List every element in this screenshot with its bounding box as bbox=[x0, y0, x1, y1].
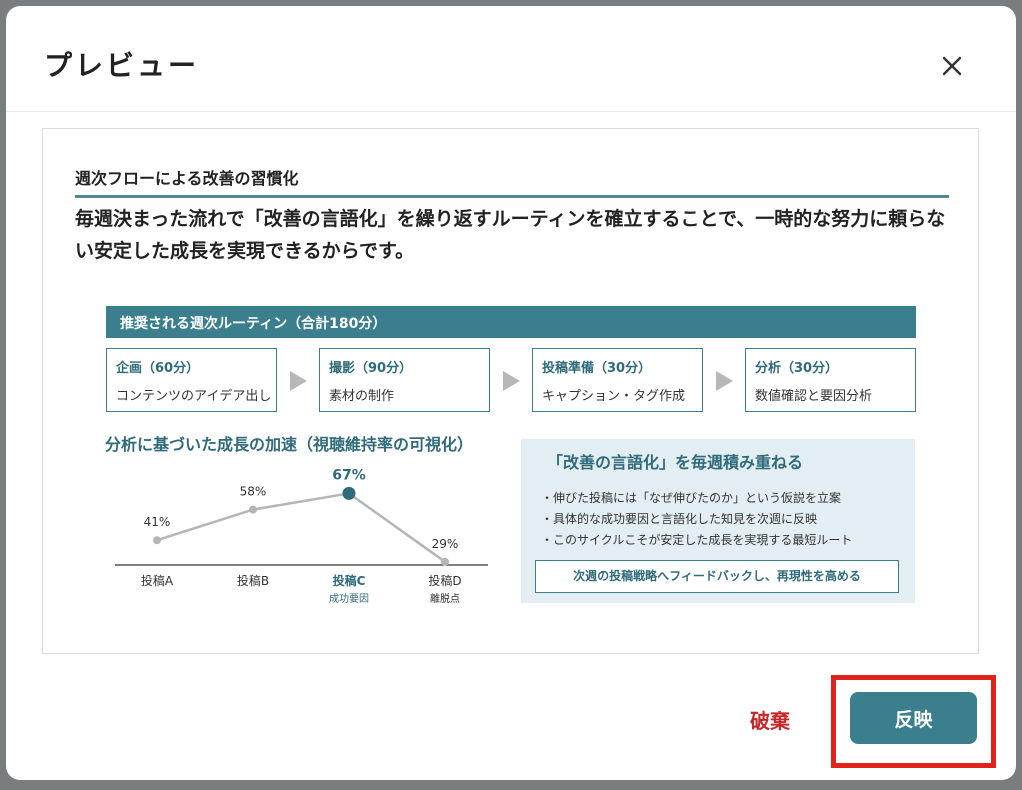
routine-step-shoot: 撮影（90分） 素材の制作 bbox=[319, 348, 490, 412]
apply-button[interactable]: 反映 bbox=[850, 692, 977, 744]
list-item: 具体的な成功要因と言語化した知見を次週に反映 bbox=[541, 509, 852, 530]
modal-title: プレビュー bbox=[44, 49, 200, 82]
step-heading: 投稿準備（30分） bbox=[542, 361, 652, 376]
x-tick-label: 投稿C bbox=[333, 573, 366, 588]
verbalize-panel: 「改善の言語化」を毎週積み重ねる 伸びた投稿には「なぜ伸びたのか」という仮説を立… bbox=[521, 439, 915, 603]
routine-step-plan: 企画（60分） コンテンツのアイデア出し bbox=[106, 348, 277, 412]
step-description: 数値確認と要因分析 bbox=[755, 389, 873, 404]
step-description: キャプション・タグ作成 bbox=[542, 389, 686, 404]
step-heading: 企画（60分） bbox=[116, 361, 200, 376]
step-description: 素材の制作 bbox=[329, 389, 395, 404]
modal-header: プレビュー bbox=[6, 6, 1016, 112]
discard-button[interactable]: 破棄 bbox=[750, 705, 790, 734]
list-item: 伸びた投稿には「なぜ伸びたのか」という仮説を立案 bbox=[541, 488, 852, 509]
section-lead: 毎週決まった流れで「改善の言語化」を繰り返すルーティンを確立することで、一時的な… bbox=[75, 208, 946, 262]
data-point bbox=[441, 557, 449, 566]
data-label: 58% bbox=[240, 485, 267, 499]
close-button[interactable] bbox=[936, 50, 968, 82]
data-label: 41% bbox=[144, 515, 171, 529]
routine-step-analyze: 分析（30分） 数値確認と要因分析 bbox=[745, 348, 916, 412]
x-tick-label: 投稿A bbox=[141, 573, 174, 588]
verbalize-bullets: 伸びた投稿には「なぜ伸びたのか」という仮説を立案 具体的な成功要因と言語化した知… bbox=[541, 488, 852, 551]
data-point bbox=[342, 486, 356, 500]
data-point bbox=[249, 505, 257, 514]
x-tick-sublabel: 成功要因 bbox=[329, 593, 369, 605]
routine-step-prepare: 投稿準備（30分） キャプション・タグ作成 bbox=[532, 348, 703, 412]
step-heading: 分析（30分） bbox=[755, 361, 839, 376]
data-point bbox=[153, 536, 161, 545]
x-tick-label: 投稿B bbox=[237, 573, 269, 588]
preview-modal: プレビュー 週次フローによる改善の習慣化 毎週決まった流れで「改善の言語化」を繰… bbox=[6, 6, 1016, 780]
series-line bbox=[156, 492, 446, 563]
routine-header: 推奨される週次ルーティン（合計180分） bbox=[106, 306, 916, 338]
data-label: 67% bbox=[332, 467, 366, 483]
verbalize-title: 「改善の言語化」を毎週積み重ねる bbox=[547, 453, 804, 472]
close-icon bbox=[942, 56, 962, 76]
arrow-right-icon bbox=[290, 371, 307, 391]
section-divider bbox=[75, 195, 949, 198]
arrow-right-icon bbox=[503, 371, 520, 391]
chart-title: 分析に基づいた成長の加速（視聴維持率の可視化） bbox=[105, 435, 474, 454]
step-heading: 撮影（90分） bbox=[329, 361, 413, 376]
section-title: 週次フローによる改善の習慣化 bbox=[75, 169, 299, 188]
preview-frame: 週次フローによる改善の習慣化 毎週決まった流れで「改善の言語化」を繰り返すルーテ… bbox=[42, 128, 979, 654]
x-tick-label: 投稿D bbox=[428, 573, 461, 588]
step-description: コンテンツのアイデア出し bbox=[116, 389, 272, 404]
arrow-right-icon bbox=[716, 371, 733, 391]
retention-line-chart: 41% 投稿A 58% 投稿B 67% 投稿C 成功要因 29% 投稿D 離脱点 bbox=[115, 467, 488, 605]
verbalize-footer: 次週の投稿戦略へフィードバックし、再現性を高める bbox=[535, 560, 899, 593]
data-label: 29% bbox=[432, 537, 459, 551]
x-tick-sublabel: 離脱点 bbox=[430, 592, 460, 605]
list-item: このサイクルこそが安定した成長を実現する最短ルート bbox=[541, 530, 852, 551]
